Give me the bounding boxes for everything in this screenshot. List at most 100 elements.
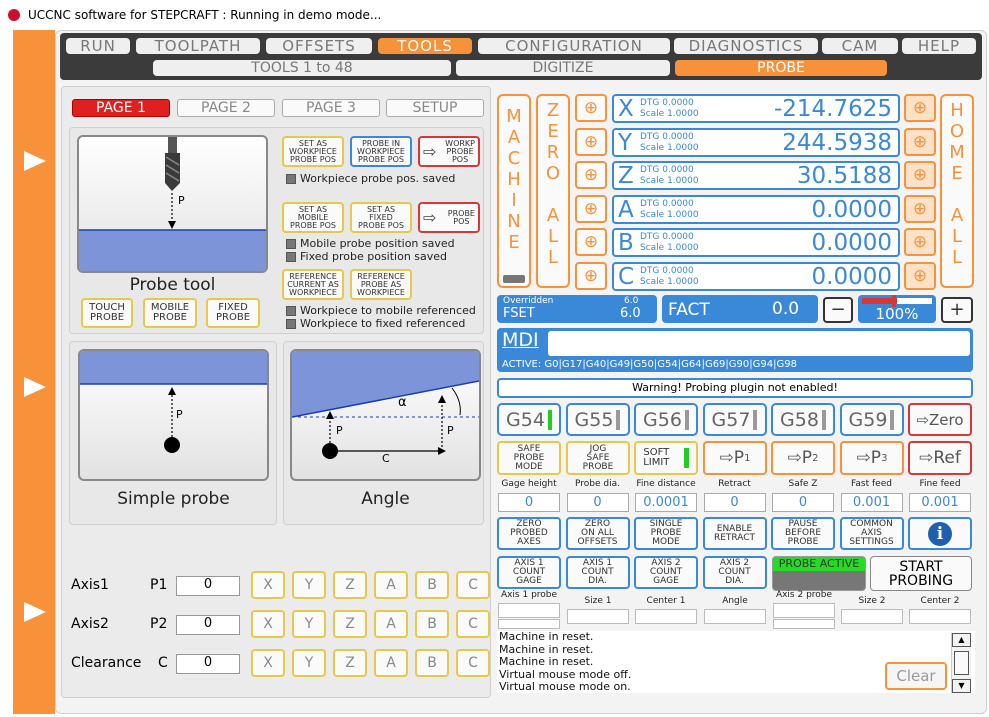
page-1-button[interactable]: PAGE 1: [72, 99, 170, 117]
tab-configuration[interactable]: CONFIGURATION: [478, 38, 670, 54]
axis-1-a-button[interactable]: A: [374, 571, 408, 599]
axis2-input[interactable]: 0: [176, 615, 240, 635]
subtab-probe[interactable]: PROBE: [675, 60, 887, 76]
axis-2-b-button[interactable]: B: [415, 610, 449, 638]
param-input[interactable]: 0: [498, 493, 560, 512]
func-button-4[interactable]: ENABLE RETRACT: [702, 517, 767, 550]
goto-probe-pos-button[interactable]: ⇨ PROBE POS: [418, 202, 480, 233]
axis-count-button-2[interactable]: AXIS 1 COUNT DIA.: [565, 556, 630, 589]
dro-x[interactable]: X DTG 0.0000 Scale 1.0000 -214.7625: [612, 94, 900, 123]
tab-run[interactable]: RUN: [66, 38, 130, 54]
zero-y-button[interactable]: ⊕: [575, 127, 607, 156]
func-button-2[interactable]: ZERO ON ALL OFFSETS: [565, 517, 630, 550]
mdi-input[interactable]: [548, 331, 970, 356]
feed-override-slider[interactable]: 100%: [858, 295, 936, 323]
tab-toolpath[interactable]: TOOLPATH: [136, 38, 260, 54]
axis-2-a-button[interactable]: A: [374, 610, 408, 638]
tab-offsets[interactable]: OFFSETS: [266, 38, 372, 54]
zero-a-button[interactable]: ⊕: [575, 194, 607, 223]
touch-probe-button[interactable]: TOUCH PROBE: [81, 298, 133, 328]
work-offset-g54-button[interactable]: G54: [497, 403, 561, 436]
reference-probe-button[interactable]: REFERENCE PROBE AS WORKPIECE: [350, 269, 412, 300]
axis-count-button-4[interactable]: AXIS 2 COUNT DIA.: [702, 556, 767, 589]
dro-b[interactable]: B DTG 0.0000 Scale 1.0000 0.0000: [612, 228, 900, 257]
home-b-button[interactable]: ⊕: [904, 228, 936, 256]
axis-2-z-button[interactable]: Z: [333, 610, 367, 638]
fixed-probe-button[interactable]: FIXED PROBE: [206, 298, 260, 328]
scroll-up-icon[interactable]: ▲: [952, 633, 971, 647]
axis-3-c-button[interactable]: C: [456, 649, 490, 677]
tab-cam[interactable]: CAM: [822, 38, 898, 54]
work-offset-g55-button[interactable]: G55: [565, 403, 630, 436]
work-offset-g56-button[interactable]: G56: [634, 403, 698, 436]
subtab-tools-1-48[interactable]: TOOLS 1 to 48: [153, 60, 451, 76]
page-3-button[interactable]: PAGE 3: [282, 99, 380, 117]
subtab-digitize[interactable]: DIGITIZE: [456, 60, 670, 76]
screen-arrow-icon[interactable]: [24, 377, 46, 397]
probe-in-workpiece-button[interactable]: PROBE IN WORKPIECE PROBE POS: [350, 136, 412, 167]
axis-3-y-button[interactable]: Y: [292, 649, 326, 677]
goto-workpiece-probe-pos-button[interactable]: ⇨ WORKP PROBE POS: [418, 136, 480, 167]
scroll-down-icon[interactable]: ▼: [952, 679, 971, 693]
zero-x-button[interactable]: ⊕: [575, 94, 607, 122]
axis-2-y-button[interactable]: Y: [292, 610, 326, 638]
dro-c[interactable]: C DTG 0.0000 Scale 1.0000 0.0000: [612, 261, 900, 291]
reference-current-button[interactable]: REFERENCE CURRENT AS WORKPIECE: [282, 269, 344, 300]
feed-minus-button[interactable]: −: [823, 297, 853, 323]
info-button[interactable]: i: [908, 517, 972, 550]
home-x-button[interactable]: ⊕: [904, 94, 936, 122]
tab-diagnostics[interactable]: DIAGNOSTICS: [674, 38, 818, 54]
scroll-thumb[interactable]: [954, 651, 969, 675]
axis-3-x-button[interactable]: X: [251, 649, 285, 677]
param-input[interactable]: 0: [772, 493, 834, 512]
mobile-probe-button[interactable]: MOBILE PROBE: [143, 298, 197, 328]
dro-a[interactable]: A DTG 0.0000 Scale 1.0000 0.0000: [612, 194, 900, 224]
goto-p1-button[interactable]: ⇨P 1: [703, 441, 767, 475]
home-c-button[interactable]: ⊕: [904, 261, 936, 290]
soft-limit-button[interactable]: SOFT LIMIT: [634, 441, 698, 475]
set-workpiece-probe-pos-button[interactable]: SET AS WORKPIECE PROBE POS: [282, 136, 344, 167]
zero-b-button[interactable]: ⊕: [575, 228, 607, 256]
safe-probe-mode-button[interactable]: SAFE PROBE MODE: [497, 441, 561, 475]
work-offset-g59-button[interactable]: G59: [839, 403, 904, 436]
start-probing-button[interactable]: START PROBING: [870, 556, 972, 591]
param-input[interactable]: 0: [703, 493, 766, 512]
param-input[interactable]: 0: [566, 493, 629, 512]
func-button-3[interactable]: SINGLE PROBE MODE: [634, 517, 698, 550]
axis-count-button-3[interactable]: AXIS 2 COUNT GAGE: [634, 556, 698, 589]
page-2-button[interactable]: PAGE 2: [177, 99, 275, 117]
screen-arrow-icon[interactable]: [24, 602, 46, 622]
axis-2-x-button[interactable]: X: [251, 610, 285, 638]
axis-1-x-button[interactable]: X: [251, 571, 285, 599]
screen-arrow-icon[interactable]: [24, 151, 46, 171]
home-z-button[interactable]: ⊕: [904, 161, 936, 189]
zero-c-button[interactable]: ⊕: [575, 261, 607, 290]
work-offset-g58-button[interactable]: G58: [771, 403, 835, 436]
axis-3-z-button[interactable]: Z: [333, 649, 367, 677]
tab-help[interactable]: HELP: [902, 38, 976, 54]
param-input[interactable]: 0.001: [840, 493, 903, 512]
work-offset-g57-button[interactable]: G57: [702, 403, 767, 436]
axis-1-y-button[interactable]: Y: [292, 571, 326, 599]
axis-3-b-button[interactable]: B: [415, 649, 449, 677]
goto-p3-button[interactable]: ⇨P 3: [840, 441, 904, 475]
param-input[interactable]: 0.0001: [635, 493, 697, 512]
log-scrollbar[interactable]: ▲ ▼: [951, 633, 971, 693]
home-y-button[interactable]: ⊕: [904, 127, 936, 156]
clear-log-button[interactable]: Clear: [885, 662, 947, 690]
clearance-input[interactable]: 0: [176, 654, 240, 674]
axis-2-c-button[interactable]: C: [456, 610, 490, 638]
func-button-1[interactable]: ZERO PROBED AXES: [497, 517, 561, 550]
tab-tools[interactable]: TOOLS: [378, 38, 472, 54]
set-mobile-probe-pos-button[interactable]: SET AS MOBILE PROBE POS: [282, 202, 344, 233]
setup-button[interactable]: SETUP: [386, 99, 484, 117]
goto-p2-button[interactable]: ⇨P 2: [771, 441, 835, 475]
goto-ref-button[interactable]: ⇨Ref: [908, 441, 972, 475]
feed-plus-button[interactable]: +: [941, 297, 973, 323]
zero-button[interactable]: ⇨Zero: [908, 403, 972, 436]
axis-1-c-button[interactable]: C: [456, 571, 490, 599]
dro-z[interactable]: Z DTG 0.0000 Scale 1.0000 30.5188: [612, 161, 900, 190]
set-fixed-probe-pos-button[interactable]: SET AS FIXED PROBE POS: [350, 202, 412, 233]
axis-count-button-1[interactable]: AXIS 1 COUNT GAGE: [497, 556, 561, 589]
axis1-input[interactable]: 0: [176, 576, 240, 596]
